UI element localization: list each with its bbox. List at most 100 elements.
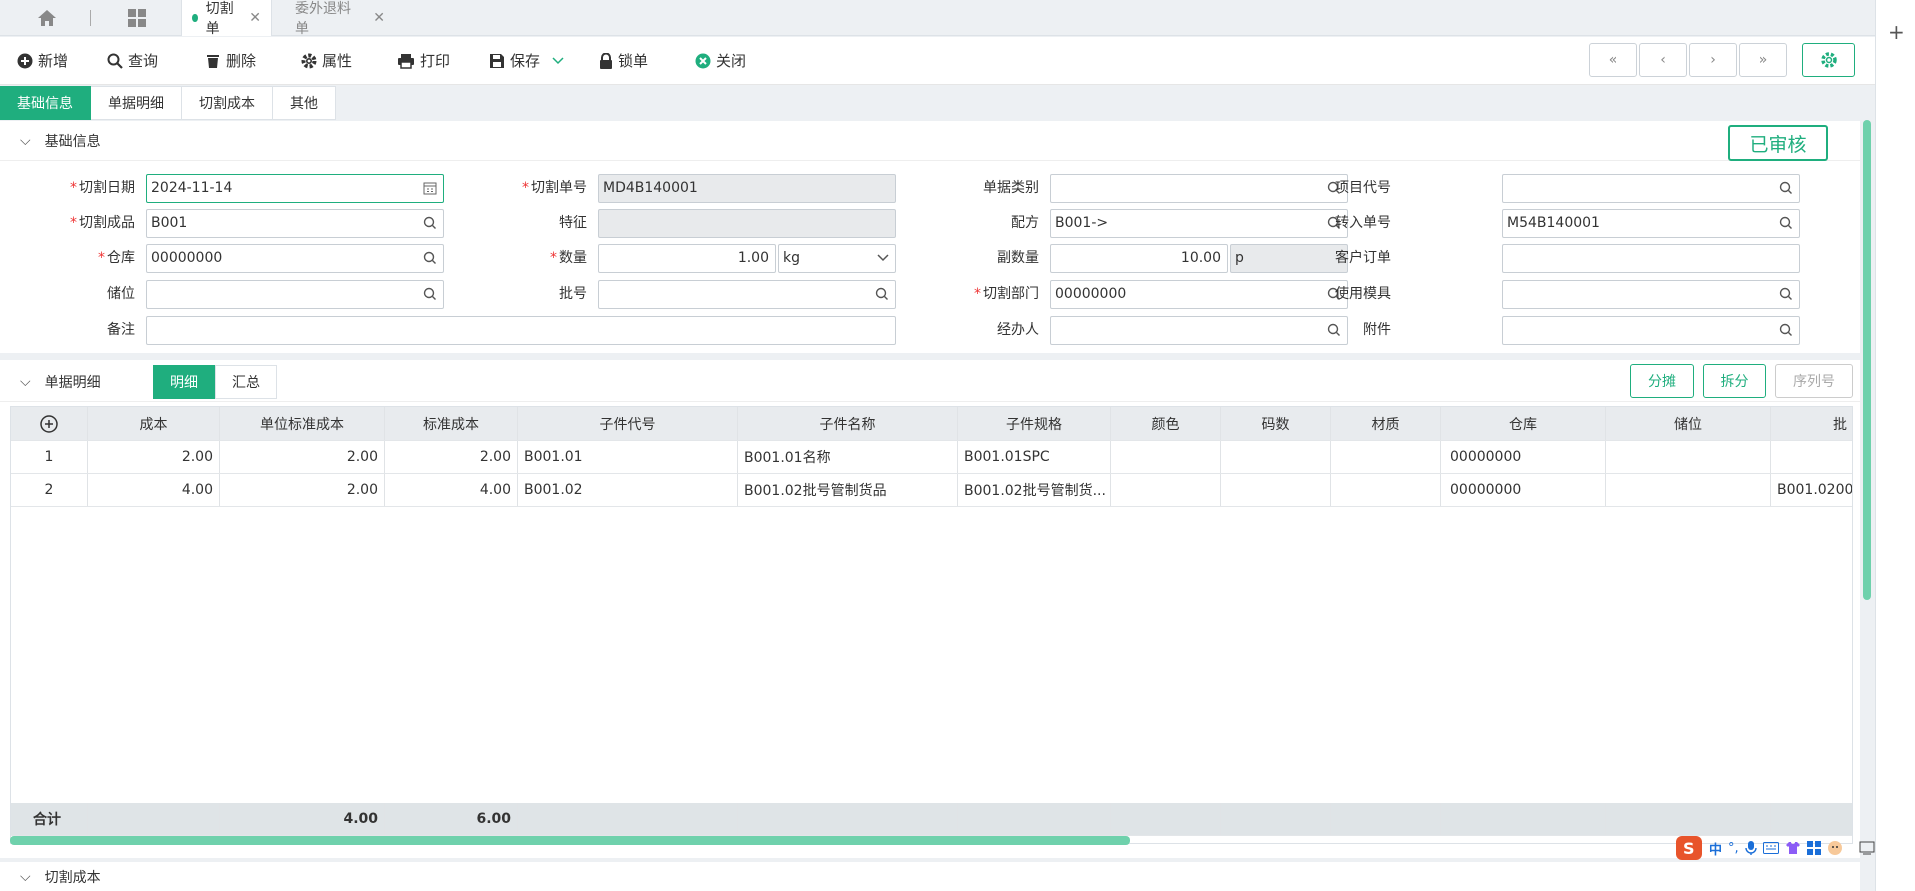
column-header[interactable]: 标准成本 bbox=[385, 407, 518, 440]
vertical-scrollbar[interactable] bbox=[1863, 120, 1871, 600]
tab-label: 委外退料单 bbox=[295, 1, 351, 37]
add-tab-icon[interactable]: + bbox=[1888, 20, 1905, 44]
props-button[interactable]: 属性 bbox=[301, 50, 352, 71]
chevron-down-icon[interactable] bbox=[552, 56, 564, 65]
punctuation-icon[interactable]: °, bbox=[1728, 841, 1739, 856]
serial-no-button[interactable]: 序列号 bbox=[1775, 364, 1853, 398]
delete-button[interactable]: 删除 bbox=[205, 50, 256, 71]
search-icon[interactable] bbox=[1779, 287, 1793, 301]
column-header[interactable]: 颜色 bbox=[1111, 407, 1221, 440]
tab-label: 切割单 bbox=[205, 1, 234, 37]
qty-field[interactable]: 1.00 bbox=[598, 244, 776, 273]
subtab-basic[interactable]: 基础信息 bbox=[0, 86, 91, 120]
svg-text:S: S bbox=[1683, 839, 1695, 858]
microphone-icon[interactable] bbox=[1744, 840, 1757, 856]
add-icon bbox=[17, 53, 33, 68]
section-title: 切割成本 bbox=[44, 869, 101, 886]
date-field[interactable]: 2024-11-14 bbox=[146, 174, 444, 203]
screenshot-icon[interactable] bbox=[1859, 841, 1875, 855]
split-button[interactable]: 拆分 bbox=[1703, 364, 1766, 398]
attach-field[interactable] bbox=[1502, 316, 1800, 345]
project-field[interactable] bbox=[1502, 174, 1800, 203]
bill-no-field: MD4B140001 bbox=[598, 174, 896, 203]
search-icon[interactable] bbox=[875, 287, 889, 301]
detail-header[interactable]: ⌵ 单据明细 bbox=[0, 362, 1860, 402]
search-icon[interactable] bbox=[423, 251, 437, 265]
handler-label: 经办人 bbox=[997, 322, 1039, 338]
column-header[interactable]: 子件名称 bbox=[738, 407, 958, 440]
ime-mode[interactable]: 中 bbox=[1709, 839, 1722, 858]
toggle-detail[interactable]: 明细 bbox=[153, 365, 215, 399]
tab-outsource-return[interactable]: 委外退料单 ✕ bbox=[285, 0, 395, 37]
save-button[interactable]: 保存 bbox=[489, 50, 569, 71]
location-field[interactable] bbox=[146, 280, 444, 309]
ime-tray: S 中 °, bbox=[1675, 835, 1875, 861]
keyboard-icon[interactable] bbox=[1762, 842, 1779, 854]
subtab-cost[interactable]: 切割成本 bbox=[182, 86, 273, 120]
calendar-icon[interactable] bbox=[423, 181, 437, 195]
last-record-button[interactable]: » bbox=[1739, 43, 1787, 77]
prev-record-button[interactable]: ‹ bbox=[1639, 43, 1687, 77]
query-button[interactable]: 查询 bbox=[107, 50, 158, 71]
lock-button[interactable]: 锁单 bbox=[599, 50, 648, 71]
column-header[interactable]: 储位 bbox=[1606, 407, 1771, 440]
add-circle-icon bbox=[40, 414, 58, 433]
mold-field[interactable] bbox=[1502, 280, 1800, 309]
add-row-button[interactable] bbox=[11, 407, 88, 440]
table-row[interactable]: 1 2.00 2.00 2.00 B001.01 B001.01名称 B001.… bbox=[11, 441, 1852, 474]
sogou-logo-icon[interactable]: S bbox=[1675, 835, 1703, 861]
search-icon bbox=[107, 53, 123, 69]
close-icon[interactable]: ✕ bbox=[373, 10, 385, 26]
search-icon[interactable] bbox=[1779, 216, 1793, 230]
horizontal-scrollbar[interactable] bbox=[10, 836, 1130, 845]
basic-info-header[interactable]: ⌵ 基础信息 bbox=[0, 121, 1860, 161]
view-toggle: 明细 汇总 bbox=[153, 365, 277, 399]
cost-header[interactable]: ⌵ 切割成本 bbox=[0, 862, 1860, 891]
print-button[interactable]: 打印 bbox=[397, 50, 450, 71]
add-button[interactable]: 新增 bbox=[17, 50, 68, 71]
column-header[interactable]: 码数 bbox=[1221, 407, 1331, 440]
mold-label: 使用模具 bbox=[1335, 286, 1391, 302]
bill-no-label: * 切割单号 bbox=[522, 180, 587, 196]
subtab-detail[interactable]: 单据明细 bbox=[91, 86, 182, 120]
settings-button[interactable] bbox=[1802, 43, 1855, 77]
column-header[interactable]: 材质 bbox=[1331, 407, 1441, 440]
toggle-summary[interactable]: 汇总 bbox=[215, 365, 277, 399]
subtab-other[interactable]: 其他 bbox=[273, 86, 336, 120]
formula-label: 配方 bbox=[1011, 215, 1039, 231]
toolbox-icon[interactable] bbox=[1806, 841, 1821, 855]
mascot-icon[interactable] bbox=[1827, 840, 1843, 856]
batch-field[interactable] bbox=[598, 280, 896, 309]
search-icon[interactable] bbox=[1779, 181, 1793, 195]
first-record-button[interactable]: « bbox=[1589, 43, 1637, 77]
cust-order-label: 客户订单 bbox=[1335, 250, 1391, 266]
sub-qty-field[interactable]: 10.00 bbox=[1050, 244, 1228, 273]
skin-icon[interactable] bbox=[1785, 841, 1801, 855]
next-record-button[interactable]: › bbox=[1689, 43, 1737, 77]
table-row[interactable]: 2 4.00 2.00 4.00 B001.02 B001.02批号管制货品 B… bbox=[11, 474, 1852, 507]
remark-field[interactable] bbox=[146, 316, 896, 345]
allocate-button[interactable]: 分摊 bbox=[1630, 364, 1694, 398]
column-header[interactable]: 子件规格 bbox=[958, 407, 1111, 440]
warehouse-label: * 仓库 bbox=[98, 250, 135, 266]
chevron-right-icon: › bbox=[1710, 52, 1716, 68]
save-icon bbox=[490, 53, 504, 68]
column-header[interactable]: 批 bbox=[1771, 407, 1852, 440]
column-header[interactable]: 单位标准成本 bbox=[220, 407, 385, 440]
close-button[interactable]: 关闭 bbox=[695, 50, 746, 71]
tab-cut-order[interactable]: 切割单 ✕ bbox=[181, 0, 272, 37]
product-field[interactable]: B001 bbox=[146, 209, 444, 238]
home-icon[interactable] bbox=[22, 0, 72, 36]
cust-order-field[interactable] bbox=[1502, 244, 1800, 273]
column-header[interactable]: 子件代号 bbox=[518, 407, 738, 440]
close-icon[interactable]: ✕ bbox=[249, 10, 261, 26]
search-icon[interactable] bbox=[423, 216, 437, 230]
column-header[interactable]: 仓库 bbox=[1441, 407, 1606, 440]
search-icon[interactable] bbox=[1779, 323, 1793, 337]
search-icon[interactable] bbox=[423, 287, 437, 301]
column-header[interactable]: 成本 bbox=[88, 407, 220, 440]
unit-select[interactable]: kg bbox=[778, 244, 896, 273]
apps-grid-icon[interactable] bbox=[112, 0, 162, 36]
transfer-no-field[interactable]: M54B140001 bbox=[1502, 209, 1800, 238]
warehouse-field[interactable]: 00000000 bbox=[146, 244, 444, 273]
